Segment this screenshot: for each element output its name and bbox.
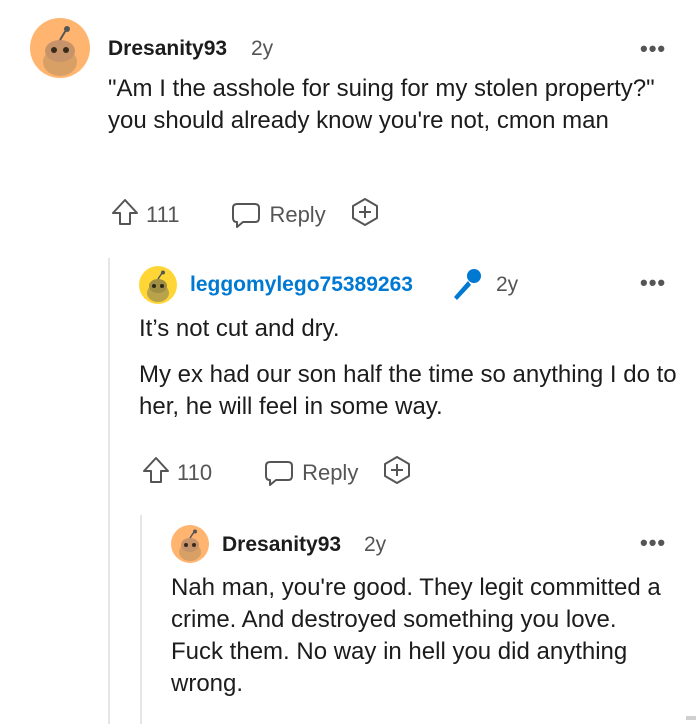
comment-actions: 111 Reply bbox=[110, 197, 380, 233]
vote-count: 110 bbox=[177, 460, 213, 485]
award-button[interactable] bbox=[350, 197, 380, 233]
thread-line-level-2[interactable] bbox=[140, 515, 142, 724]
comment-paragraph: It’s not cut and dry. bbox=[139, 315, 340, 342]
timestamp: 2y bbox=[364, 533, 387, 556]
reply-button[interactable]: Reply bbox=[231, 201, 326, 229]
more-options-button[interactable]: ••• bbox=[640, 270, 666, 296]
avatar[interactable] bbox=[30, 18, 90, 78]
comment-body: Nah man, you're good. They legit committ… bbox=[171, 572, 671, 714]
award-icon bbox=[351, 198, 378, 226]
comment-bubble-icon bbox=[232, 203, 261, 228]
reply-label: Reply bbox=[269, 202, 326, 227]
comment-body: It’s not cut and dry. My ex had our son … bbox=[139, 313, 684, 437]
avatar[interactable] bbox=[139, 266, 177, 304]
username[interactable]: Dresanity93 bbox=[222, 533, 341, 557]
more-options-button[interactable]: ••• bbox=[640, 36, 666, 62]
avatar[interactable] bbox=[171, 525, 209, 563]
comment-paragraph: "Am I the asshole for suing for my stole… bbox=[108, 75, 655, 134]
comment-paragraph: Nah man, you're good. They legit committ… bbox=[171, 574, 661, 697]
award-button[interactable] bbox=[382, 455, 412, 491]
comment-body: "Am I the asshole for suing for my stole… bbox=[108, 73, 688, 151]
scroll-indicator bbox=[686, 716, 696, 720]
microphone-icon bbox=[448, 266, 484, 307]
upvote-icon[interactable] bbox=[110, 197, 140, 233]
timestamp: 2y bbox=[496, 273, 519, 296]
comment-actions: 110 Reply bbox=[141, 455, 412, 491]
username[interactable]: leggomylego75389263 bbox=[190, 273, 413, 297]
upvote-icon[interactable] bbox=[141, 455, 171, 491]
more-options-button[interactable]: ••• bbox=[640, 530, 666, 556]
award-icon bbox=[384, 456, 411, 484]
vote-count: 111 bbox=[146, 202, 180, 227]
username[interactable]: Dresanity93 bbox=[108, 37, 227, 61]
reply-button[interactable]: Reply bbox=[264, 459, 358, 487]
thread-line-level-1[interactable] bbox=[108, 258, 110, 724]
reply-label: Reply bbox=[302, 460, 359, 485]
comment-bubble-icon bbox=[265, 461, 294, 486]
timestamp: 2y bbox=[251, 37, 274, 60]
comment-paragraph: My ex had our son half the time so anyth… bbox=[139, 361, 677, 420]
